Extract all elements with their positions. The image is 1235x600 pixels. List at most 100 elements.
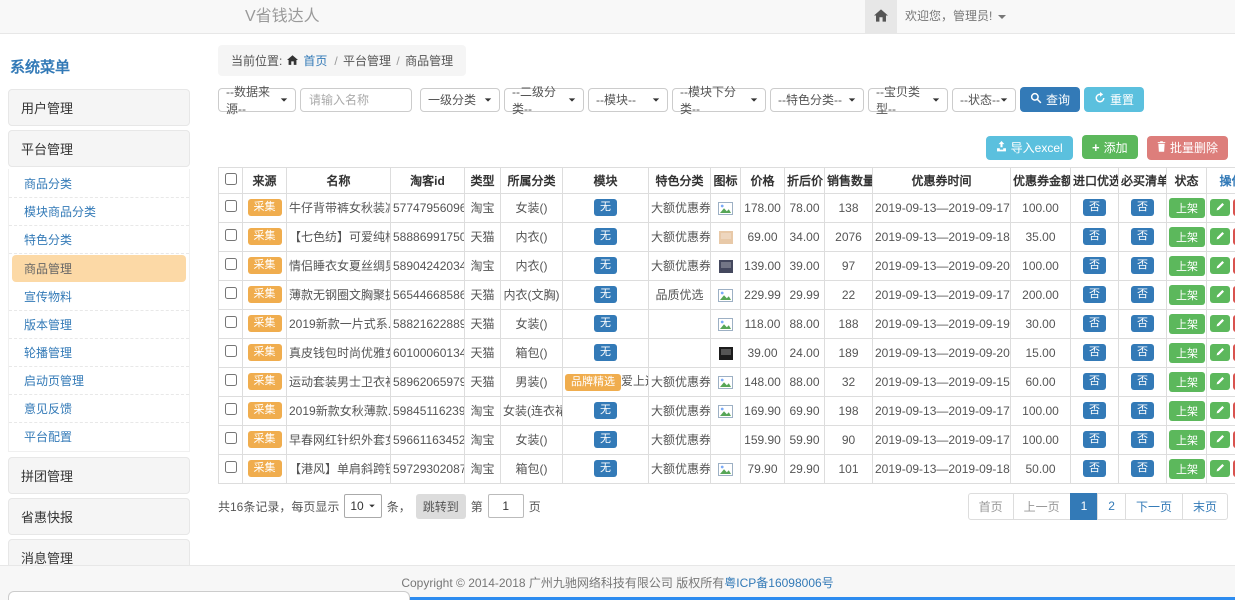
import-toggle-badge[interactable]: 否 [1083,315,1106,332]
edit-button[interactable] [1210,402,1230,419]
filter-select-7[interactable]: --宝贝类型-- [868,88,948,112]
page-button-5[interactable]: 末页 [1182,493,1228,520]
must-buy-toggle-badge[interactable]: 否 [1131,373,1154,390]
sidebar-subitem-5[interactable]: 商品管理 [12,255,186,282]
row-checkbox[interactable] [225,461,237,473]
edit-button[interactable] [1210,373,1230,390]
status-button[interactable]: 上架 [1169,401,1205,421]
filter-select-3[interactable]: --二级分类-- [504,88,584,112]
filter-select-5[interactable]: --模块下分类-- [672,88,766,112]
module-badge[interactable]: 品牌精选 [565,374,621,391]
module-badge[interactable]: 无 [594,460,617,477]
edit-button[interactable] [1210,257,1230,274]
page-button-0[interactable]: 首页 [968,493,1014,520]
row-checkbox[interactable] [225,374,237,386]
must-buy-toggle-badge[interactable]: 否 [1131,228,1154,245]
filter-select-6[interactable]: --特色分类-- [770,88,864,112]
filter-select-0[interactable]: --数据来源-- [218,88,296,112]
row-checkbox[interactable] [225,229,237,241]
name-search-input[interactable] [300,88,412,112]
import-toggle-badge[interactable]: 否 [1083,199,1106,216]
sidebar-subitem-8[interactable]: 轮播管理 [9,339,189,367]
reset-button[interactable]: 重置 [1084,87,1144,112]
row-checkbox[interactable] [225,316,237,328]
status-button[interactable]: 上架 [1169,198,1205,218]
edit-button[interactable] [1210,344,1230,361]
sidebar-item-12[interactable]: 拼团管理 [8,457,190,494]
sidebar-subitem-4[interactable]: 特色分类 [9,226,189,254]
status-button[interactable]: 上架 [1169,372,1205,392]
batch-delete-button[interactable]: 批量删除 [1147,136,1228,160]
status-button[interactable]: 上架 [1169,430,1205,450]
import-toggle-badge[interactable]: 否 [1083,286,1106,303]
row-checkbox[interactable] [225,258,237,270]
status-button[interactable]: 上架 [1169,314,1205,334]
breadcrumb-home-link[interactable]: 首页 [303,52,327,69]
user-menu[interactable]: 欢迎您，管理员! [905,0,1006,33]
edit-button[interactable] [1210,286,1230,303]
module-badge[interactable]: 无 [594,286,617,303]
import-toggle-badge[interactable]: 否 [1083,257,1106,274]
edit-button[interactable] [1210,228,1230,245]
page-button-4[interactable]: 下一页 [1125,493,1183,520]
sidebar-subitem-6[interactable]: 宣传物料 [9,283,189,311]
sidebar-item-1[interactable]: 平台管理 [8,130,190,167]
sidebar-subitem-3[interactable]: 模块商品分类 [9,198,189,226]
module-badge[interactable]: 无 [594,257,617,274]
filter-select-4[interactable]: --模块-- [588,88,668,112]
import-toggle-badge[interactable]: 否 [1083,402,1106,419]
must-buy-toggle-badge[interactable]: 否 [1131,315,1154,332]
icp-link[interactable]: 粤ICP备16098006号 [724,576,833,590]
status-button[interactable]: 上架 [1169,285,1205,305]
edit-button[interactable] [1210,460,1230,477]
must-buy-toggle-badge[interactable]: 否 [1131,199,1154,216]
edit-button[interactable] [1210,431,1230,448]
module-badge[interactable]: 无 [594,199,617,216]
row-checkbox[interactable] [225,432,237,444]
edit-button[interactable] [1210,315,1230,332]
import-toggle-badge[interactable]: 否 [1083,431,1106,448]
must-buy-toggle-badge[interactable]: 否 [1131,460,1154,477]
status-button[interactable]: 上架 [1169,256,1205,276]
select-all-checkbox[interactable] [225,173,237,185]
page-button-1[interactable]: 上一页 [1013,493,1071,520]
status-button[interactable]: 上架 [1169,227,1205,247]
import-toggle-badge[interactable]: 否 [1083,344,1106,361]
page-button-3[interactable]: 2 [1097,493,1126,520]
row-checkbox[interactable] [225,287,237,299]
must-buy-toggle-badge[interactable]: 否 [1131,402,1154,419]
jump-button[interactable]: 跳转到 [416,494,466,519]
must-buy-toggle-badge[interactable]: 否 [1131,431,1154,448]
must-buy-toggle-badge[interactable]: 否 [1131,286,1154,303]
sidebar-item-13[interactable]: 省惠快报 [8,498,190,535]
import-toggle-badge[interactable]: 否 [1083,460,1106,477]
status-button[interactable]: 上架 [1169,459,1205,479]
page-button-2[interactable]: 1 [1070,493,1099,520]
per-page-select[interactable]: 10 [344,494,381,518]
row-checkbox[interactable] [225,345,237,357]
import-excel-button[interactable]: 导入excel [986,136,1073,160]
module-badge[interactable]: 无 [594,228,617,245]
sidebar-subitem-9[interactable]: 启动页管理 [9,367,189,395]
search-button[interactable]: 查询 [1020,87,1080,112]
row-checkbox[interactable] [225,403,237,415]
import-toggle-badge[interactable]: 否 [1083,228,1106,245]
filter-select-8[interactable]: --状态-- [952,88,1016,112]
module-badge[interactable]: 无 [594,402,617,419]
sidebar-subitem-2[interactable]: 商品分类 [9,170,189,198]
sidebar-subitem-10[interactable]: 意见反馈 [9,395,189,423]
page-number-input[interactable] [488,494,524,518]
module-badge[interactable]: 无 [594,344,617,361]
sidebar-subitem-7[interactable]: 版本管理 [9,311,189,339]
module-badge[interactable]: 无 [594,315,617,332]
add-button[interactable]: + 添加 [1082,135,1138,159]
sidebar-subitem-11[interactable]: 平台配置 [9,423,189,450]
home-button[interactable] [865,0,897,33]
must-buy-toggle-badge[interactable]: 否 [1131,257,1154,274]
module-badge[interactable]: 无 [594,431,617,448]
status-button[interactable]: 上架 [1169,343,1205,363]
row-checkbox[interactable] [225,200,237,212]
edit-button[interactable] [1210,199,1230,216]
import-toggle-badge[interactable]: 否 [1083,373,1106,390]
must-buy-toggle-badge[interactable]: 否 [1131,344,1154,361]
